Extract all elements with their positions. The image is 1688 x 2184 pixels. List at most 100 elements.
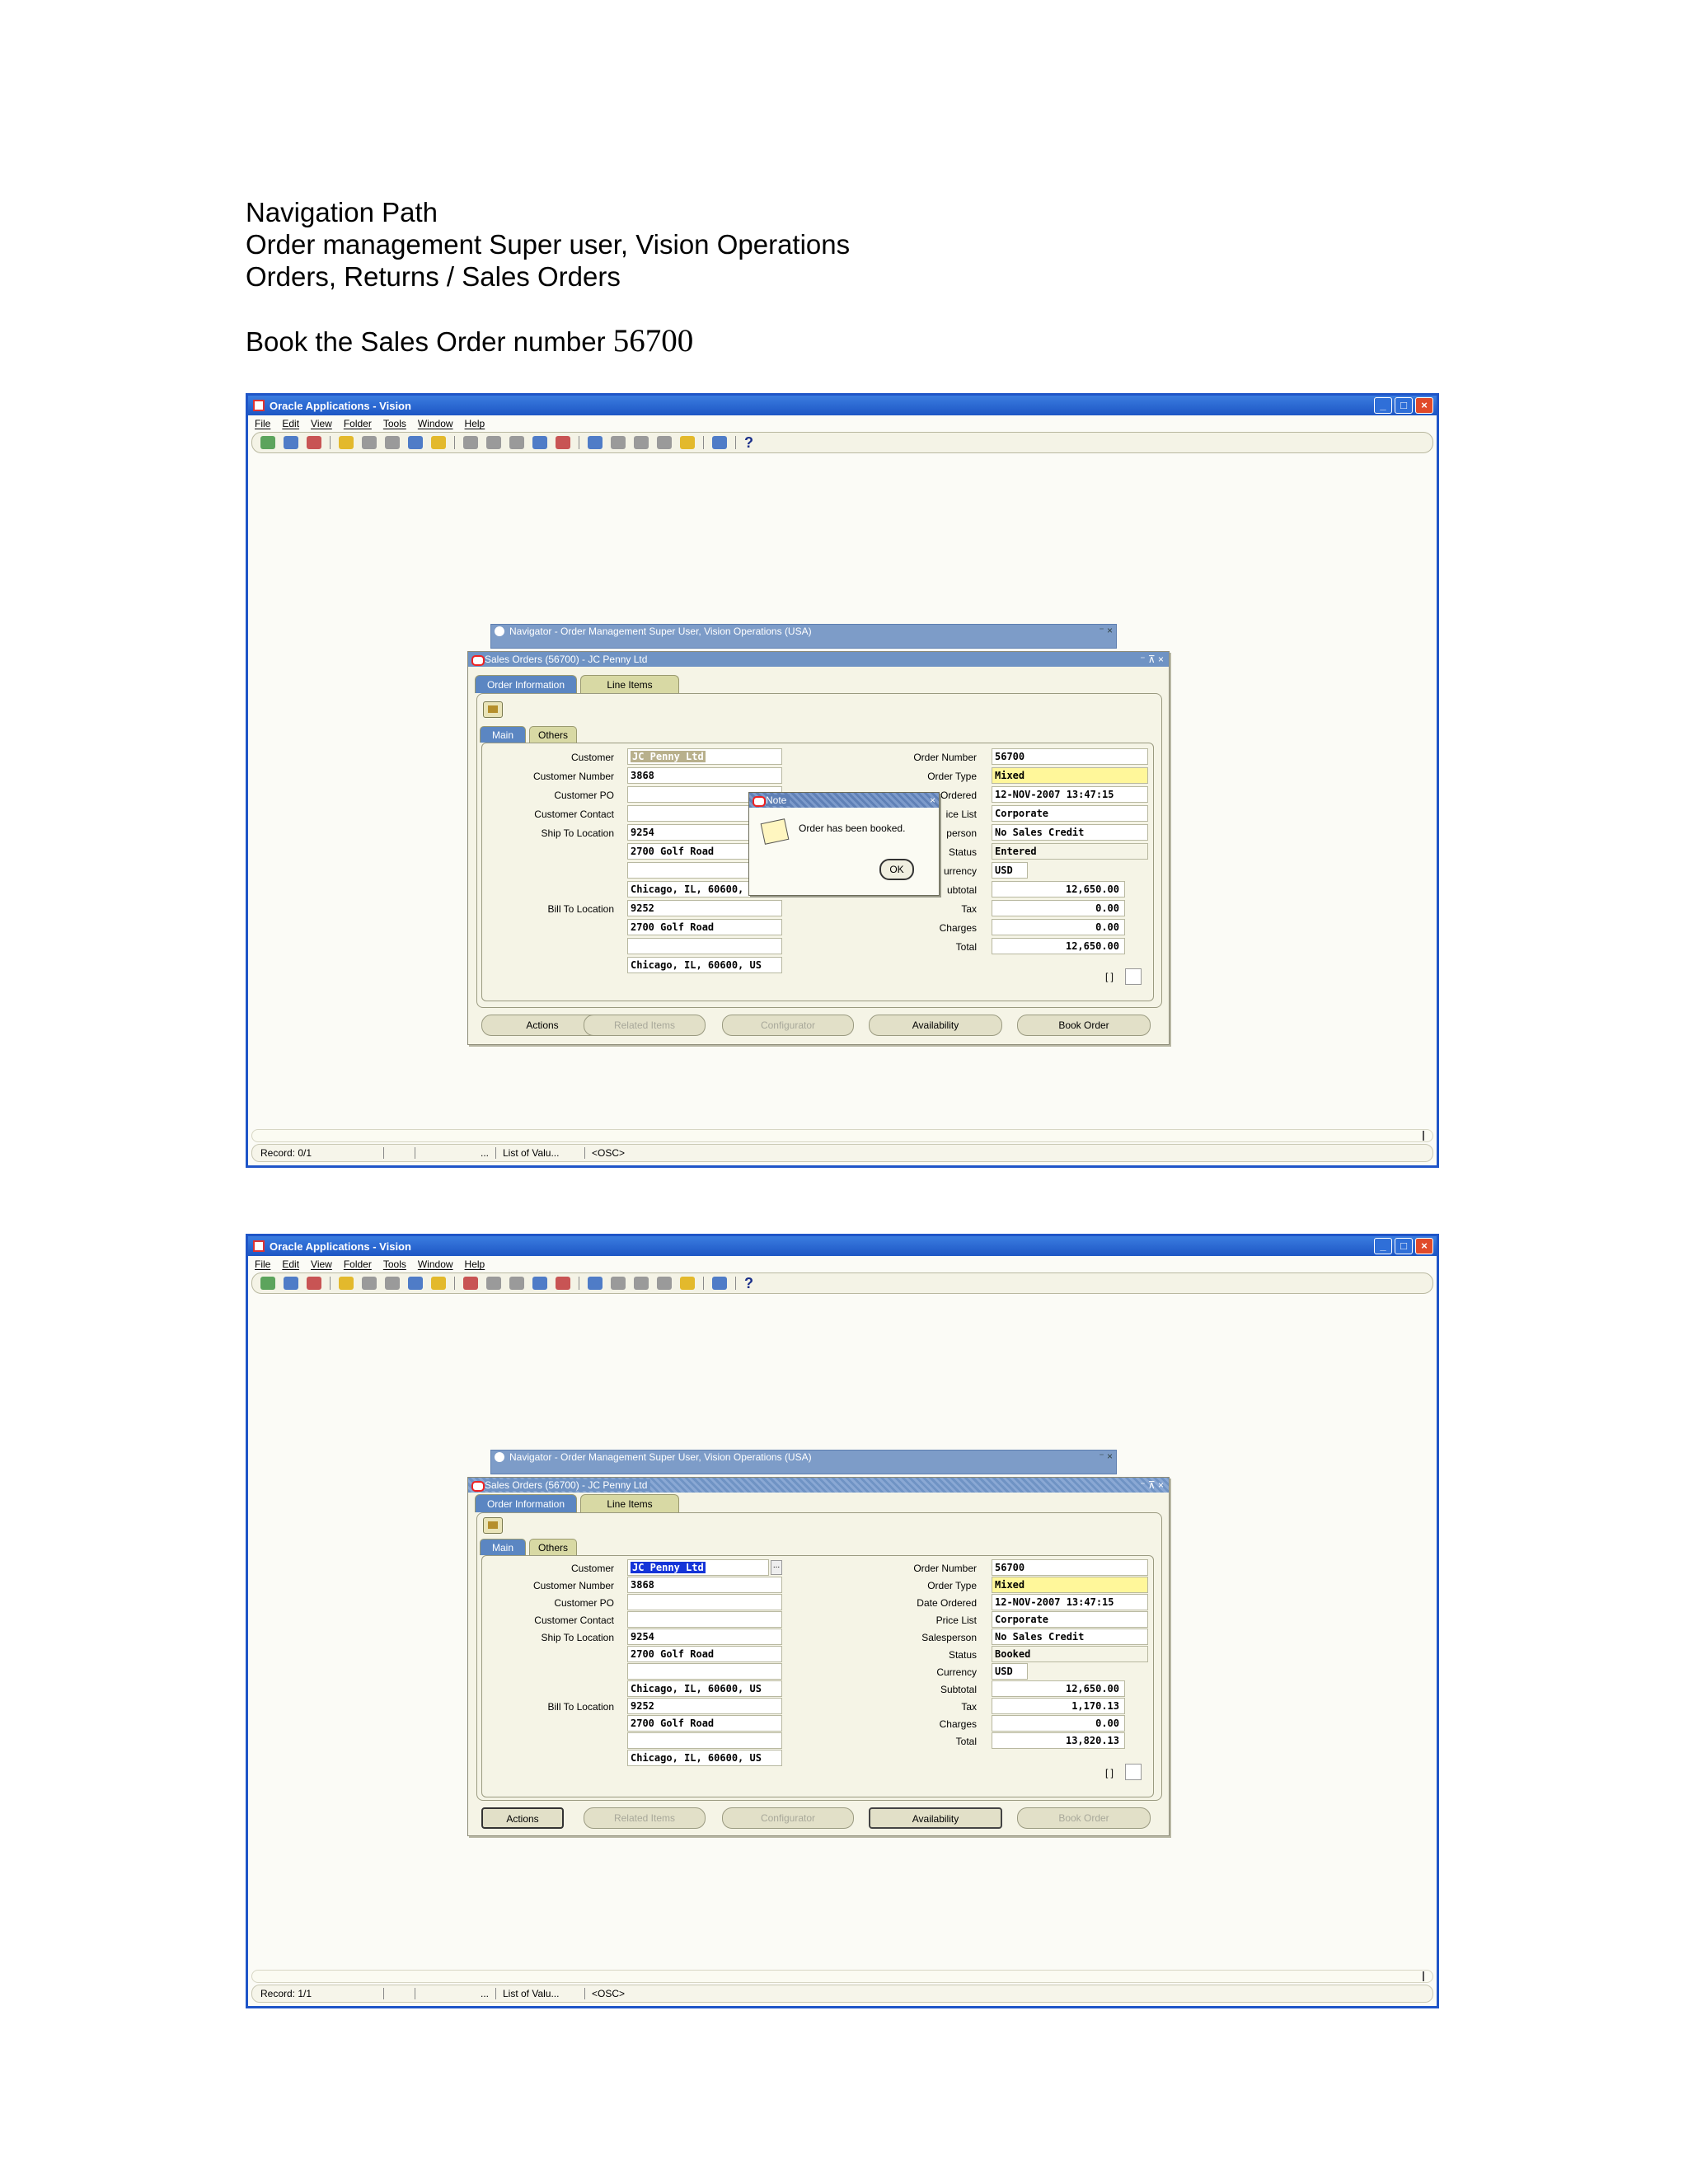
tab-order-information[interactable]: Order Information [475, 1494, 577, 1512]
close-form-icon[interactable] [431, 1277, 446, 1290]
new-icon[interactable] [260, 436, 275, 449]
tab-line-items[interactable]: Line Items [580, 1494, 679, 1512]
menu-window[interactable]: Window [418, 418, 453, 429]
maximize-button[interactable]: □ [1395, 1238, 1413, 1254]
price-list-field[interactable]: Corporate [992, 805, 1148, 822]
next-step-icon[interactable] [385, 436, 400, 449]
close-form-icon[interactable] [431, 436, 446, 449]
find-icon[interactable] [284, 1277, 298, 1290]
menu-help[interactable]: Help [465, 1258, 485, 1270]
sales-orders-window-controls[interactable]: ⁻ ⊼ × [1140, 1478, 1164, 1493]
paste-icon[interactable] [509, 1277, 524, 1290]
open-folder-icon[interactable] [339, 436, 354, 449]
customer-number-field[interactable]: 3868 [627, 1577, 782, 1593]
ok-button[interactable]: OK [879, 859, 914, 880]
price-list-field[interactable]: Corporate [992, 1611, 1148, 1628]
navigator-window-controls[interactable]: ⁻ × [1099, 1451, 1113, 1462]
horizontal-scrollbar[interactable] [251, 1970, 1433, 1983]
zoom-icon[interactable] [611, 436, 626, 449]
menu-tools[interactable]: Tools [383, 418, 406, 429]
help-icon[interactable]: ? [744, 1275, 753, 1292]
order-number-field[interactable]: 56700 [992, 748, 1148, 765]
menu-view[interactable]: View [311, 1258, 332, 1270]
subtab-others[interactable]: Others [529, 726, 578, 743]
menu-window[interactable]: Window [418, 1258, 453, 1270]
zoom-icon[interactable] [611, 1277, 626, 1290]
related-items-button[interactable]: Related Items [584, 1015, 706, 1036]
maximize-button[interactable]: □ [1395, 397, 1413, 414]
save-icon[interactable] [362, 436, 377, 449]
book-order-button[interactable]: Book Order [1017, 1807, 1151, 1829]
paste-icon[interactable] [509, 436, 524, 449]
next-step-icon[interactable] [385, 1277, 400, 1290]
menu-edit[interactable]: Edit [282, 1258, 299, 1270]
configurator-button[interactable]: Configurator [722, 1015, 854, 1036]
help-icon[interactable]: ? [744, 434, 753, 452]
translations-icon[interactable] [634, 1277, 649, 1290]
date-ordered-field[interactable]: 12-NOV-2007 13:47:15 [992, 786, 1148, 803]
menu-edit[interactable]: Edit [282, 418, 299, 429]
salesperson-field[interactable]: No Sales Credit [992, 824, 1148, 841]
subtab-main[interactable]: Main [480, 1539, 527, 1555]
attachments-icon[interactable] [657, 436, 672, 449]
open-folder-icon[interactable] [339, 1277, 354, 1290]
order-number-field[interactable]: 56700 [992, 1559, 1148, 1576]
save-icon[interactable] [362, 1277, 377, 1290]
customer-po-field[interactable] [627, 1594, 782, 1610]
copy-icon[interactable] [486, 436, 501, 449]
customer-number-field[interactable]: 3868 [627, 767, 782, 784]
navigator-icon[interactable] [307, 436, 321, 449]
horizontal-scrollbar[interactable] [251, 1129, 1433, 1142]
subtab-others[interactable]: Others [529, 1539, 578, 1555]
folder-icon[interactable] [483, 1517, 503, 1534]
folder-tools-icon[interactable] [680, 1277, 695, 1290]
tab-order-information[interactable]: Order Information [475, 675, 577, 693]
related-items-button[interactable]: Related Items [584, 1807, 706, 1829]
tab-line-items[interactable]: Line Items [580, 675, 679, 693]
menu-file[interactable]: File [255, 418, 270, 429]
book-order-button[interactable]: Book Order [1017, 1015, 1151, 1036]
copy-icon[interactable] [486, 1277, 501, 1290]
new-icon[interactable] [260, 1277, 275, 1290]
close-button[interactable]: × [1415, 1238, 1433, 1254]
cut-icon[interactable] [463, 436, 478, 449]
folder-tools-icon[interactable] [680, 436, 695, 449]
new-record-icon[interactable] [532, 1277, 547, 1290]
navigator-window[interactable]: Navigator - Order Management Super User,… [490, 624, 1117, 649]
delete-record-icon[interactable] [556, 436, 570, 449]
order-type-field[interactable]: Mixed [992, 767, 1148, 784]
customer-field[interactable]: JC Penny Ltd [627, 1559, 769, 1576]
navigator-window[interactable]: Navigator - Order Management Super User,… [490, 1450, 1117, 1474]
attachments-icon[interactable] [657, 1277, 672, 1290]
currency-field[interactable]: USD [992, 1663, 1028, 1680]
folder-icon[interactable] [483, 701, 503, 718]
translations-icon[interactable] [634, 436, 649, 449]
minimize-button[interactable]: _ [1374, 397, 1392, 414]
sales-orders-window-controls[interactable]: ⁻ ⊼ × [1140, 652, 1164, 667]
window-help-icon[interactable] [712, 1277, 727, 1290]
menu-tools[interactable]: Tools [383, 1258, 406, 1270]
menu-folder[interactable]: Folder [344, 418, 372, 429]
note-close-icon[interactable]: × [930, 793, 935, 808]
date-ordered-field[interactable]: 12-NOV-2007 13:47:15 [992, 1594, 1148, 1610]
customer-contact-field[interactable] [627, 1611, 782, 1628]
availability-button[interactable]: Availability [869, 1807, 1002, 1829]
menu-file[interactable]: File [255, 1258, 270, 1270]
menu-view[interactable]: View [311, 418, 332, 429]
order-type-field[interactable]: Mixed [992, 1577, 1148, 1593]
navigator-icon[interactable] [307, 1277, 321, 1290]
window-help-icon[interactable] [712, 436, 727, 449]
new-record-icon[interactable] [532, 436, 547, 449]
menu-help[interactable]: Help [465, 418, 485, 429]
edit-field-icon[interactable] [588, 1277, 603, 1290]
find-icon[interactable] [284, 436, 298, 449]
lov-button[interactable]: ... [771, 1560, 782, 1575]
bill-to-site[interactable]: 9252 [627, 1698, 782, 1714]
dff-checkbox[interactable] [1125, 968, 1142, 985]
close-button[interactable]: × [1415, 397, 1433, 414]
ship-to-site[interactable]: 9254 [627, 1629, 782, 1645]
dff-checkbox[interactable] [1125, 1764, 1142, 1780]
actions-button[interactable]: Actions [481, 1807, 564, 1829]
customer-field[interactable]: JC Penny Ltd [627, 748, 782, 765]
navigator-window-controls[interactable]: ⁻ × [1099, 625, 1113, 636]
